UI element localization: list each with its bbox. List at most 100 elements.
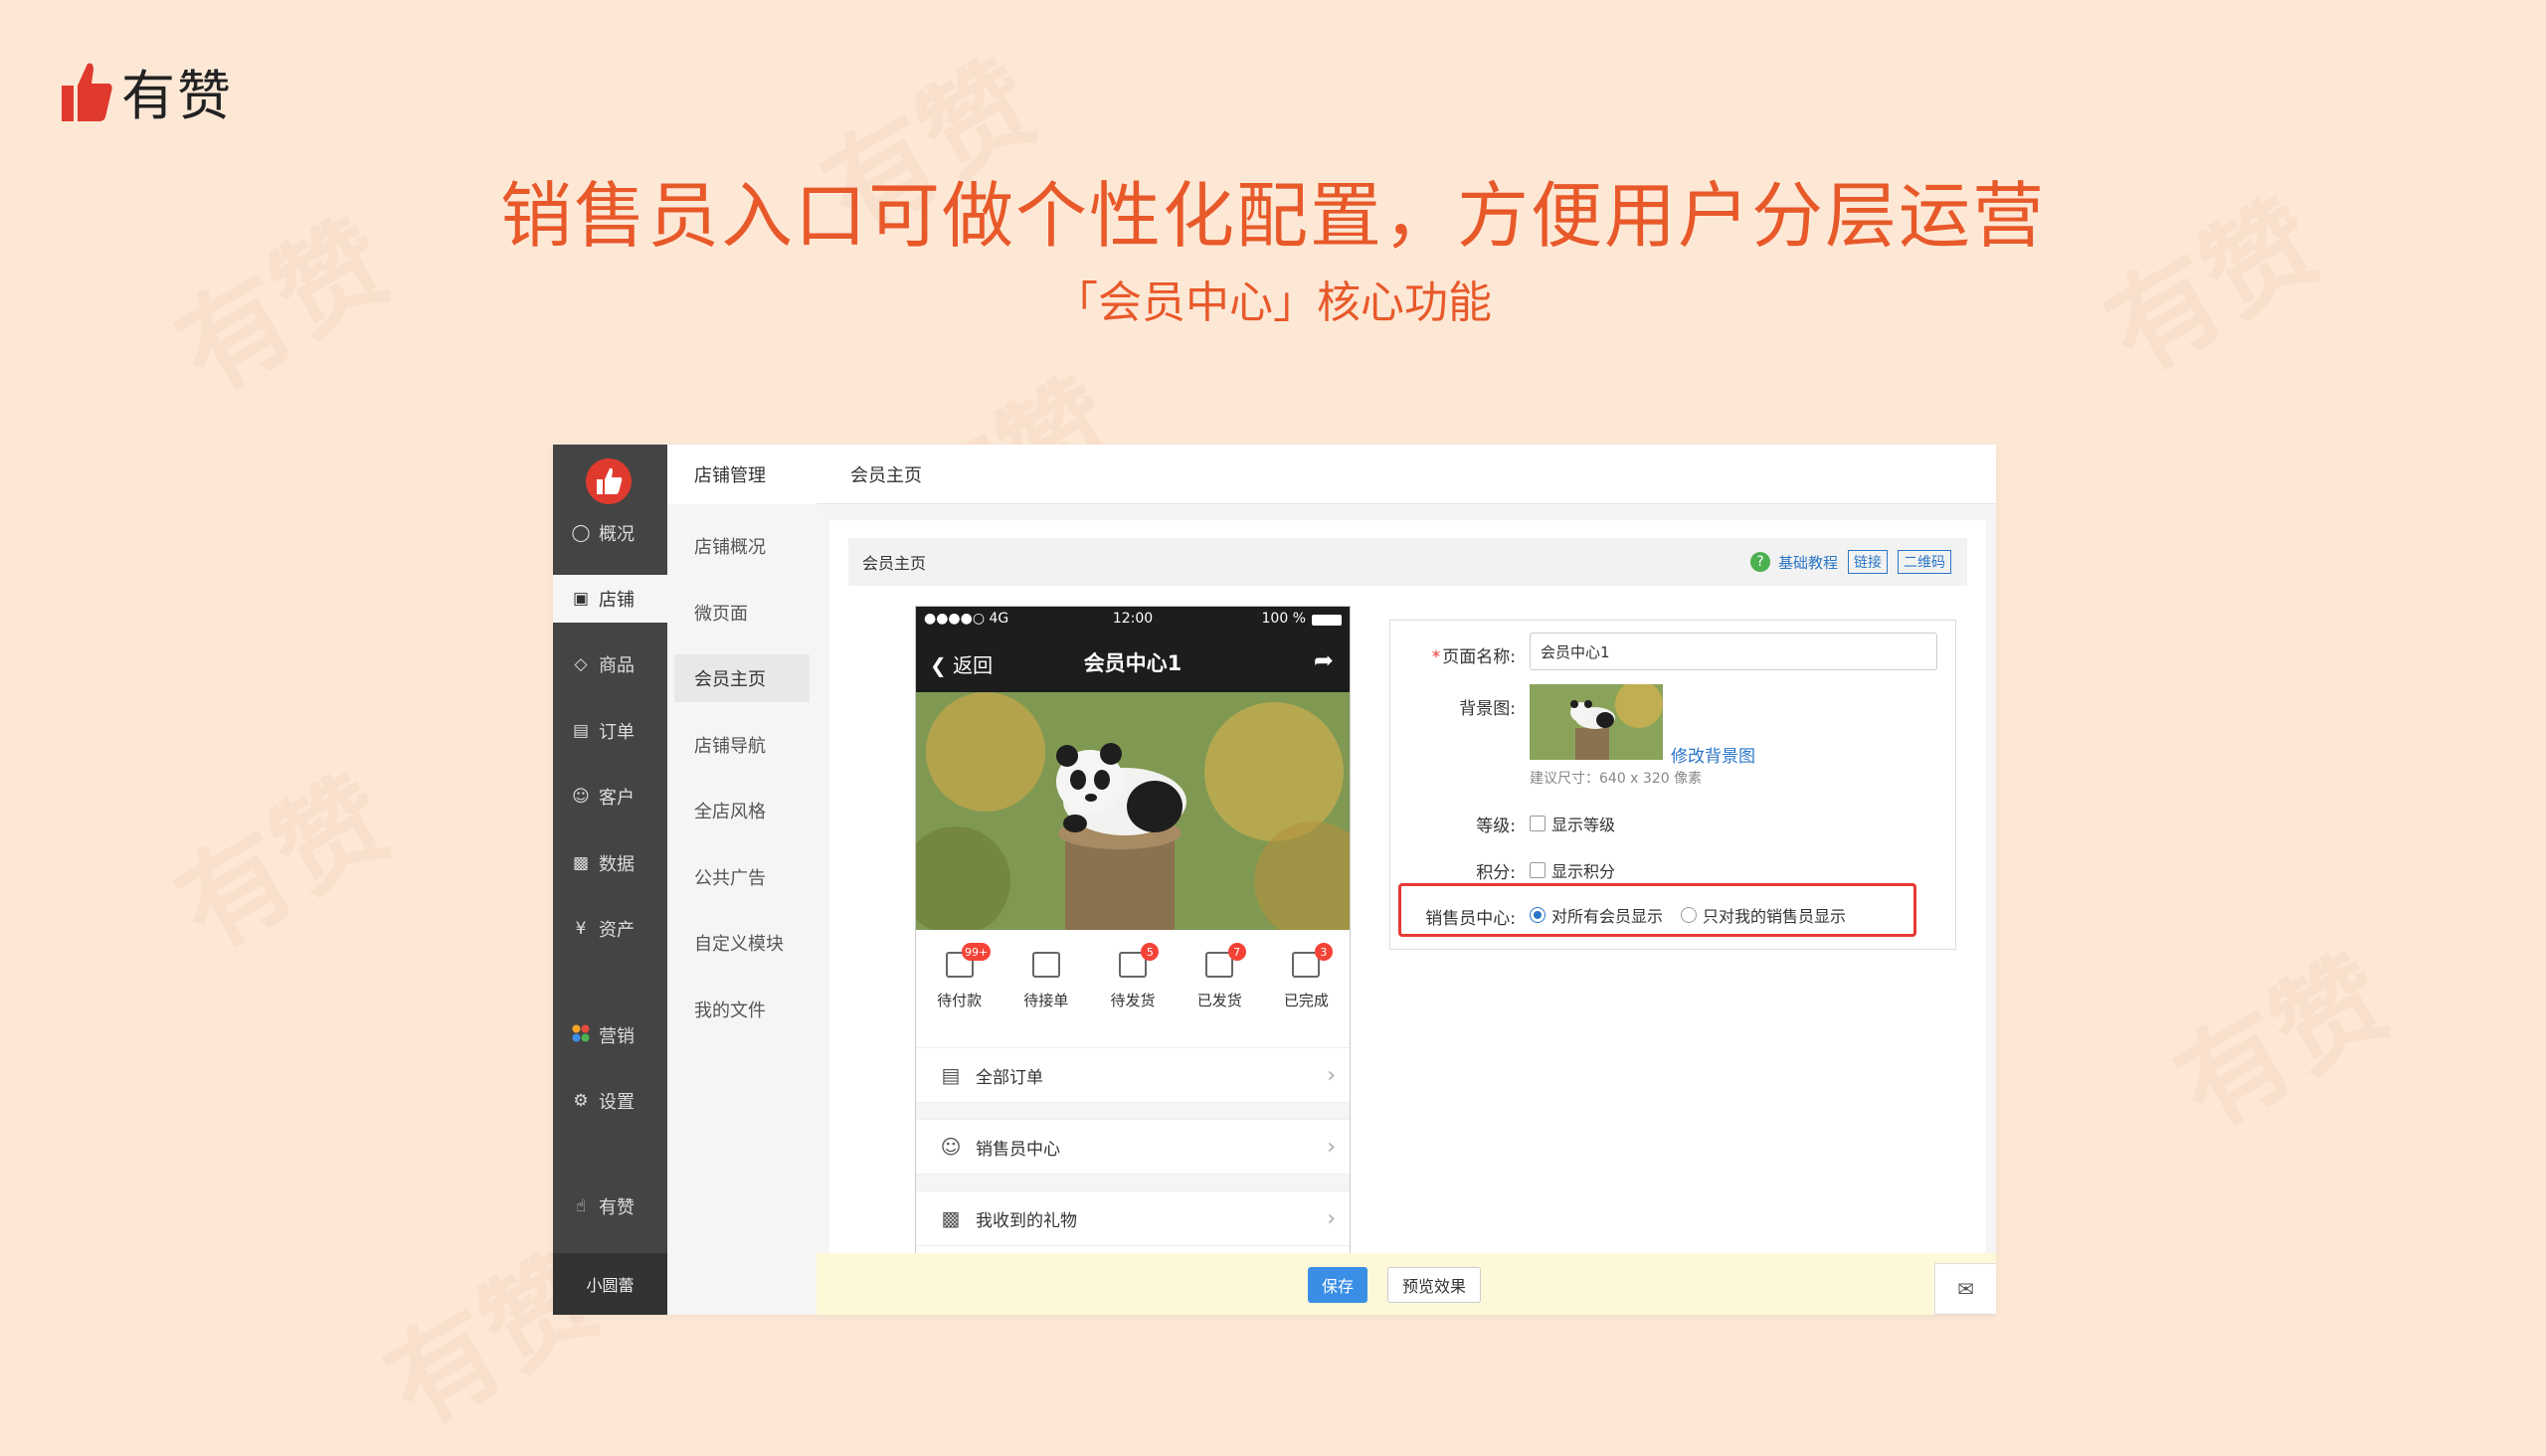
sidebar-item-orders[interactable]: ▤ 订单 [553, 707, 667, 755]
level-label: 等级: [1476, 817, 1516, 836]
subnav-item-custom-modules[interactable]: 自定义模块 [667, 919, 817, 967]
radio-show-all-members[interactable]: 对所有会员显示 [1530, 903, 1663, 927]
phone-status-bar: ●●●●○ 4G 12:00 100 % [916, 607, 1350, 633]
page-subtitle: 「会员中心」核心功能 [1054, 277, 1492, 328]
gear-icon: ⚙ [573, 1091, 589, 1111]
sidebar-item-assets[interactable]: ¥ 资产 [553, 905, 667, 953]
show-level-checkbox[interactable]: 显示等级 [1530, 812, 1615, 835]
brand-name: 有赞 [121, 65, 233, 127]
order-completed[interactable]: 3 已完成 [1263, 930, 1350, 1039]
section-separator [916, 1175, 1350, 1190]
link-button[interactable]: 链接 [1848, 550, 1888, 574]
page-title: 销售员入口可做个性化配置，方便用户分层运营 [499, 174, 2046, 258]
order-badge: 3 [1314, 943, 1333, 961]
subnav-item-member-home[interactable]: 会员主页 [674, 654, 810, 702]
subnav-item-store-overview[interactable]: 店铺概况 [667, 522, 817, 570]
shop-name[interactable]: 小圆蕾 [553, 1253, 667, 1315]
qrcode-button[interactable]: 二维码 [1898, 550, 1951, 574]
card-toolbar: 会员主页 ? 基础教程 链接 二维码 [848, 538, 1967, 586]
store-icon: ▣ [572, 589, 590, 609]
row-all-orders[interactable]: ▤ 全部订单 › [916, 1047, 1350, 1103]
modify-background-link[interactable]: 修改背景图 [1671, 742, 1755, 767]
watermark: 有赞 [2155, 933, 2410, 1154]
sidebar-item-youzan[interactable]: ☝ 有赞 [553, 1183, 667, 1230]
editor-card: 会员主页 ? 基础教程 链接 二维码 ●●●●○ 4G 12:00 100 % … [829, 520, 1986, 1315]
sidebar-item-marketing[interactable]: 营销 [553, 1011, 667, 1059]
main-header-title: 会员主页 [817, 445, 1996, 504]
order-badge: 99+ [962, 943, 992, 961]
save-button[interactable]: 保存 [1308, 1267, 1367, 1303]
chat-icon[interactable]: ✉ [1934, 1263, 1996, 1315]
order-shipped[interactable]: 7 已发货 [1177, 930, 1263, 1039]
watermark: 有赞 [156, 754, 411, 975]
phone-page-title: 会员中心1 [1083, 651, 1182, 675]
salesperson-visibility-group: 对所有会员显示 只对我的销售员显示 [1530, 903, 1864, 927]
tutorial-link[interactable]: 基础教程 [1778, 552, 1838, 573]
subnav-item-my-files[interactable]: 我的文件 [667, 986, 817, 1033]
sub-sidebar: 店铺管理 店铺概况 微页面 会员主页 店铺导航 全店风格 公共广告 自定义模块 … [667, 445, 817, 1315]
sidebar-item-customers[interactable]: ☺ 客户 [553, 773, 667, 820]
subnav-item-store-style[interactable]: 全店风格 [667, 787, 817, 834]
sidebar-item-data[interactable]: ▩ 数据 [553, 839, 667, 887]
gift-icon: ▩ [941, 1206, 961, 1230]
row-received-gifts[interactable]: ▩ 我收到的礼物 › [916, 1190, 1350, 1246]
order-badge: 7 [1227, 943, 1246, 961]
share-icon[interactable]: ➦ [1314, 646, 1334, 674]
admin-app-window: ◯ 概况 ▣ 店铺 ◇ 商品 ▤ 订单 ☺ 客户 ▩ 数据 ¥ 资产 营销 ⚙ 设置 ☝ 有赞 小… [553, 445, 1996, 1315]
main-content: 会员主页 会员主页 ? 基础教程 链接 二维码 ●●●●○ 4G 12:00 1… [817, 445, 1996, 1315]
row-salesperson-center[interactable]: ☺ 销售员中心 › [916, 1119, 1350, 1175]
main-sidebar: ◯ 概况 ▣ 店铺 ◇ 商品 ▤ 订单 ☺ 客户 ▩ 数据 ¥ 资产 营销 ⚙ 设置 ☝ 有赞 小… [553, 445, 667, 1315]
panda-background-image [916, 692, 1350, 930]
show-points-checkbox[interactable]: 显示积分 [1530, 858, 1615, 882]
subnav-item-micro-page[interactable]: 微页面 [667, 589, 817, 637]
size-hint: 建议尺寸：640 x 320 像素 [1530, 771, 1703, 787]
sidebar-item-store[interactable]: ▣ 店铺 [553, 575, 667, 623]
brand-logo: 有赞 [60, 52, 233, 130]
background-thumbnail[interactable] [1530, 684, 1663, 760]
help-icon: ? [1749, 552, 1770, 572]
thumb-up-icon: ☝ [575, 1196, 587, 1216]
subnav-item-store-nav[interactable]: 店铺导航 [667, 721, 817, 769]
order-status-row: 99+ 待付款 待接单 5 待发货 7 已发货 3 已完成 [916, 930, 1350, 1039]
page-name-label: * 页面名称: [1431, 647, 1516, 667]
user-icon: ☺ [572, 787, 590, 807]
yen-icon: ¥ [575, 919, 587, 939]
apps-icon [571, 1024, 591, 1047]
battery-percent: 100 % [1261, 611, 1306, 627]
bar-chart-icon: ▩ [572, 853, 590, 873]
section-separator [916, 1103, 1350, 1119]
sidebar-item-products[interactable]: ◇ 商品 [553, 640, 667, 688]
chevron-right-icon: › [1327, 1062, 1336, 1088]
order-pending-accept[interactable]: 待接单 [1002, 930, 1089, 1039]
radio-show-my-salespeople[interactable]: 只对我的销售员显示 [1681, 903, 1846, 927]
background-label: 背景图: [1459, 699, 1516, 719]
document-icon: ▤ [941, 1063, 961, 1087]
page-name-input[interactable]: 会员中心1 [1530, 633, 1937, 670]
subnav-item-public-ads[interactable]: 公共广告 [667, 853, 817, 901]
action-bar: 保存 预览效果 [817, 1253, 1996, 1315]
points-label: 积分: [1476, 863, 1516, 883]
battery-icon [1312, 615, 1342, 626]
tag-icon: ◇ [574, 654, 588, 674]
person-location-icon: ☺ [940, 1135, 962, 1159]
phone-preview: ●●●●○ 4G 12:00 100 % ❮ 返回 会员中心1 ➦ 99+ 待付… [915, 606, 1351, 1254]
chat-icon: ◯ [571, 523, 591, 543]
card-title: 会员主页 [862, 554, 927, 573]
phone-navbar: ❮ 返回 会员中心1 ➦ [916, 633, 1350, 692]
preview-button[interactable]: 预览效果 [1387, 1267, 1481, 1303]
list-icon: ▤ [572, 721, 590, 741]
sub-sidebar-title: 店铺管理 [667, 445, 817, 504]
order-pending-payment[interactable]: 99+ 待付款 [916, 930, 1002, 1039]
order-pending-shipment[interactable]: 5 待发货 [1089, 930, 1176, 1039]
salesperson-center-label: 销售员中心: [1425, 909, 1516, 929]
card-links: ? 基础教程 链接 二维码 [1749, 550, 1951, 574]
member-page-settings-form: * 页面名称: 会员中心1 背景图: 修改背景图 建议尺寸：640 x 320 像… [1389, 620, 1956, 950]
chevron-right-icon: › [1327, 1134, 1336, 1160]
app-logo-icon[interactable] [586, 458, 632, 504]
chevron-right-icon: › [1327, 1205, 1336, 1231]
list-icon [1031, 952, 1060, 978]
thumb-up-logo-icon [62, 63, 112, 121]
order-badge: 5 [1141, 943, 1160, 961]
sidebar-item-settings[interactable]: ⚙ 设置 [553, 1077, 667, 1125]
sidebar-item-overview[interactable]: ◯ 概况 [553, 509, 667, 557]
